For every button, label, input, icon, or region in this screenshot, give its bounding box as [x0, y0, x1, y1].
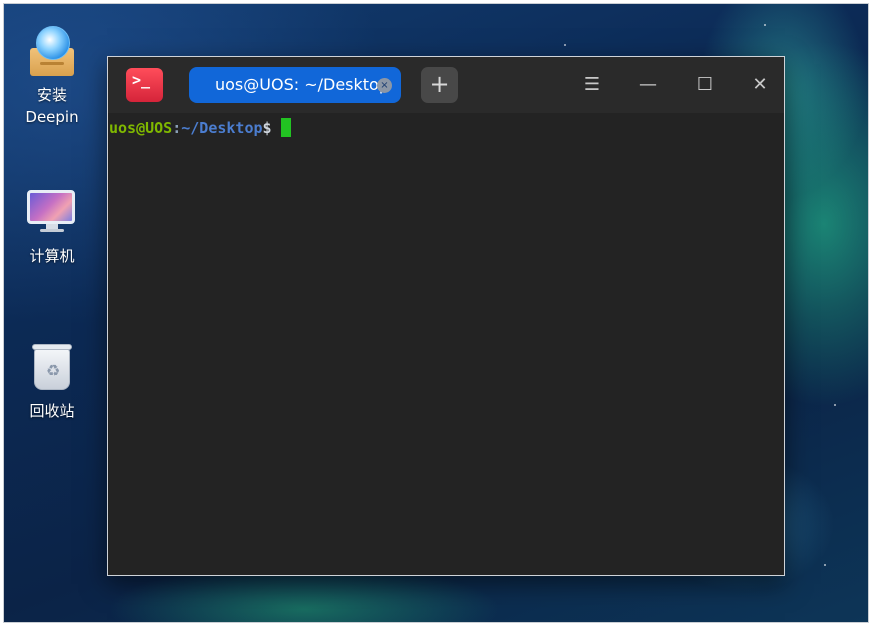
title-bar[interactable]: >_ uos@UOS: ~/Desktop × + ☰ — ☐ ✕: [108, 57, 784, 113]
desktop: 安装 Deepin 计算机 ♻ 回收站 >_ uos@UOS: ~/Deskto…: [3, 3, 869, 623]
prompt-symbol: $: [262, 119, 272, 137]
maximize-icon[interactable]: ☐: [690, 71, 720, 99]
minimize-icon[interactable]: —: [633, 71, 663, 99]
prompt-colon: :: [172, 119, 182, 137]
desktop-icon-label: 安装: [36, 86, 67, 104]
desktop-icon-label: Deepin: [25, 108, 79, 126]
desktop-icon-computer[interactable]: 计算机: [12, 187, 92, 267]
prompt-user-host: uos@UOS: [109, 119, 173, 137]
close-icon[interactable]: ✕: [745, 71, 775, 99]
terminal-window[interactable]: >_ uos@UOS: ~/Desktop × + ☰ — ☐ ✕ uos@UO…: [107, 56, 785, 576]
prompt-path: ~/Desktop: [181, 119, 263, 137]
desktop-icon-trash[interactable]: ♻ 回收站: [12, 342, 92, 422]
terminal-app-icon: >_: [126, 68, 163, 102]
desktop-icon-label: 回收站: [29, 402, 75, 420]
desktop-icon-install-deepin[interactable]: 安装 Deepin: [12, 26, 92, 128]
new-tab-button[interactable]: +: [421, 67, 458, 103]
desktop-icon-label: 计算机: [29, 247, 75, 265]
tab-title: uos@UOS: ~/Desktop: [215, 75, 389, 94]
shell-prompt: uos@UOS:~/Desktop$: [109, 117, 291, 139]
trash-icon: ♻: [26, 342, 78, 394]
tab-desktop[interactable]: uos@UOS: ~/Desktop ×: [189, 67, 401, 103]
menu-icon[interactable]: ☰: [577, 71, 607, 99]
terminal-output[interactable]: uos@UOS:~/Desktop$: [108, 113, 784, 575]
computer-icon: [26, 187, 78, 239]
text-cursor: [280, 118, 291, 137]
install-package-icon: [26, 26, 78, 78]
tab-close-icon[interactable]: ×: [377, 78, 392, 93]
